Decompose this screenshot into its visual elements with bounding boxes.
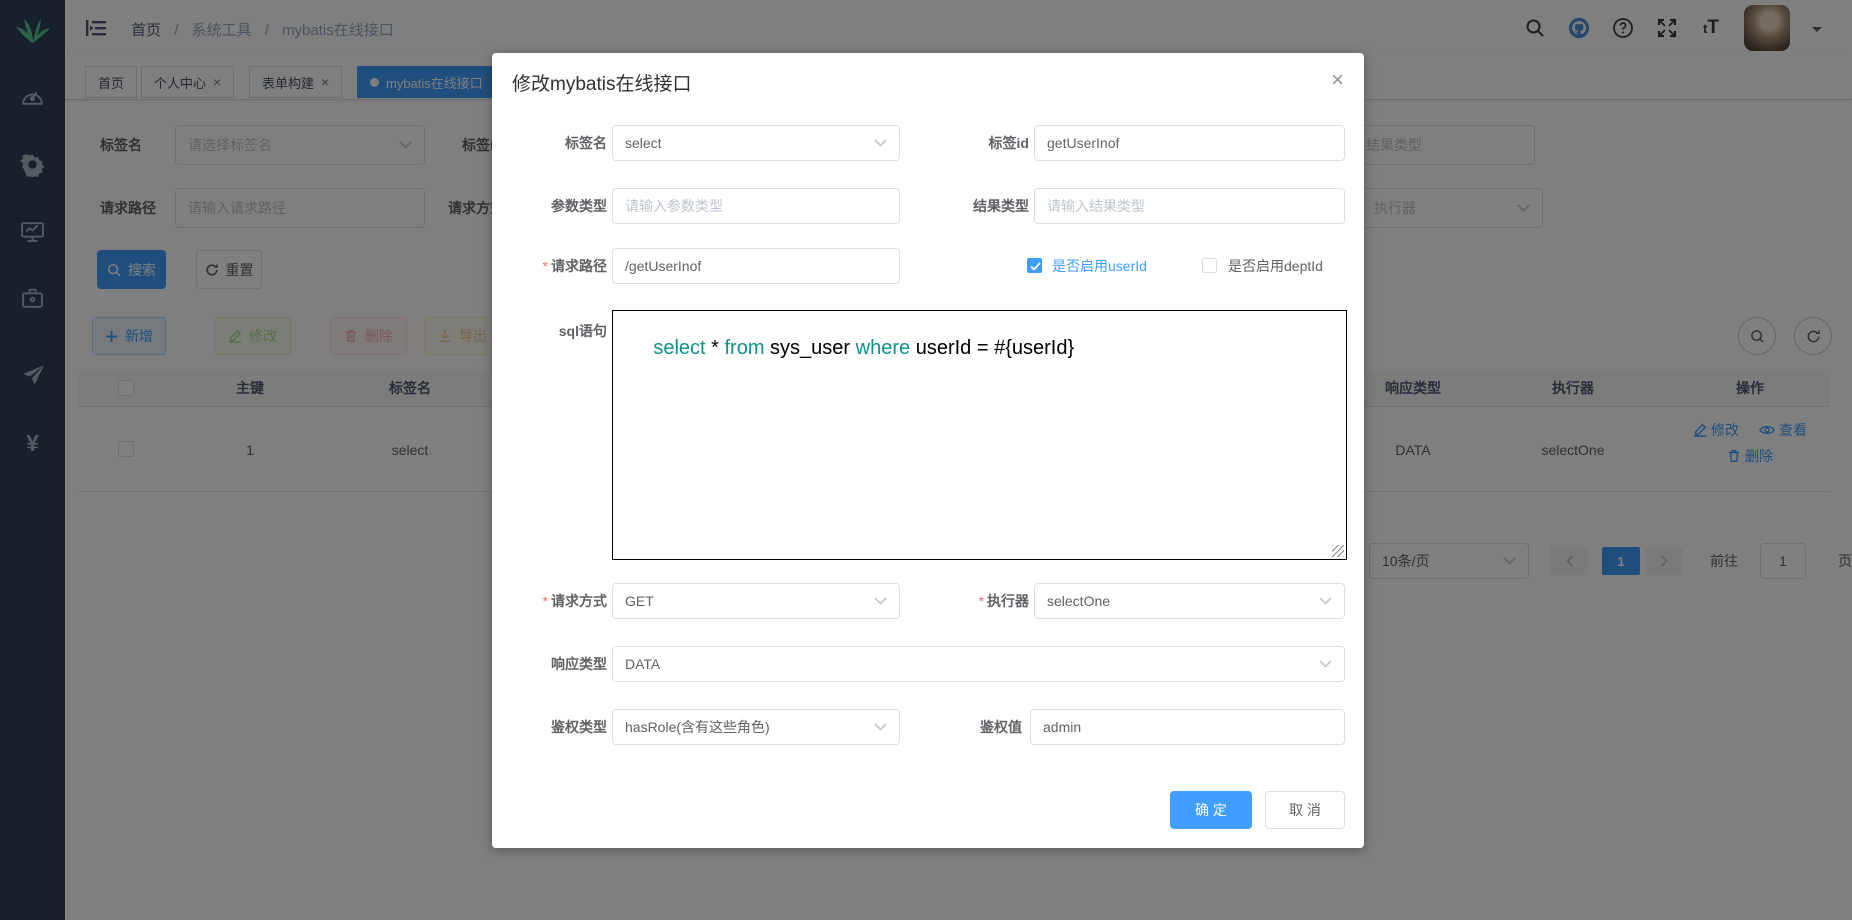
chevron-down-icon bbox=[874, 723, 887, 731]
chevron-down-icon bbox=[874, 139, 887, 147]
required-asterisk: * bbox=[543, 593, 548, 609]
dialog-close-icon[interactable]: × bbox=[1331, 69, 1344, 91]
tag-name-value[interactable] bbox=[625, 135, 874, 151]
auth-type-value[interactable] bbox=[625, 719, 874, 735]
resize-grip[interactable] bbox=[1332, 545, 1344, 557]
chevron-down-icon bbox=[1319, 597, 1332, 605]
cancel-button[interactable]: 取 消 bbox=[1265, 791, 1345, 829]
response-type-select[interactable] bbox=[612, 646, 1345, 682]
request-method-label: *请求方式 bbox=[502, 583, 607, 619]
param-type-label: 参数类型 bbox=[502, 188, 607, 224]
auth-value-value[interactable] bbox=[1043, 719, 1332, 735]
auth-type-label: 鉴权类型 bbox=[502, 709, 607, 745]
param-type-value[interactable] bbox=[625, 198, 887, 214]
request-method-select[interactable] bbox=[612, 583, 900, 619]
required-asterisk: * bbox=[543, 258, 548, 274]
response-type-label: 响应类型 bbox=[502, 646, 607, 682]
chevron-down-icon bbox=[874, 597, 887, 605]
executor-select[interactable] bbox=[1034, 583, 1345, 619]
executor-label: *执行器 bbox=[912, 583, 1029, 619]
result-type-input[interactable] bbox=[1034, 188, 1345, 224]
required-asterisk: * bbox=[979, 593, 984, 609]
request-path-input[interactable] bbox=[612, 248, 900, 284]
result-type-label: 结果类型 bbox=[892, 188, 1029, 224]
request-method-value[interactable] bbox=[625, 593, 874, 609]
tag-id-label: 标签id bbox=[892, 125, 1029, 161]
edit-mybatis-dialog: 修改mybatis在线接口 × 标签名 标签id 参数类型 结果类型 *请求路径 bbox=[492, 53, 1364, 848]
executor-value[interactable] bbox=[1047, 593, 1319, 609]
param-type-input[interactable] bbox=[612, 188, 900, 224]
chevron-down-icon bbox=[1319, 660, 1332, 668]
enable-userid-checkbox[interactable] bbox=[1027, 258, 1042, 273]
tag-name-label: 标签名 bbox=[502, 125, 607, 161]
confirm-button[interactable]: 确 定 bbox=[1170, 791, 1252, 829]
check-icon bbox=[1030, 262, 1041, 271]
tag-id-input[interactable] bbox=[1034, 125, 1345, 161]
sql-text: userId = #{userId} bbox=[910, 337, 1074, 359]
sql-text: * bbox=[706, 337, 725, 359]
sql-label: sql语句 bbox=[502, 313, 607, 349]
sql-keyword: select bbox=[653, 337, 705, 359]
tag-name-select[interactable] bbox=[612, 125, 900, 161]
enable-userid-label[interactable]: 是否启用userId bbox=[1052, 248, 1147, 284]
app-root: ¥ 首页 / 系统工具 / mybatis在线接口 bbox=[0, 0, 1852, 920]
response-type-value[interactable] bbox=[625, 656, 1319, 672]
sql-code-editor[interactable]: select * from sys_user where userId = #{… bbox=[612, 310, 1347, 560]
sql-text: sys_user bbox=[765, 337, 856, 359]
dialog-title: 修改mybatis在线接口 bbox=[512, 69, 691, 96]
result-type-value[interactable] bbox=[1047, 198, 1332, 214]
auth-value-label: 鉴权值 bbox=[912, 709, 1022, 745]
sql-keyword: where bbox=[856, 337, 910, 359]
tag-id-value[interactable] bbox=[1047, 135, 1332, 151]
request-path-label: *请求路径 bbox=[502, 248, 607, 284]
sql-keyword: from bbox=[725, 337, 765, 359]
auth-value-input[interactable] bbox=[1030, 709, 1345, 745]
request-path-value[interactable] bbox=[625, 258, 887, 274]
enable-deptid-label[interactable]: 是否启用deptId bbox=[1228, 248, 1323, 284]
enable-deptid-checkbox[interactable] bbox=[1202, 258, 1217, 273]
auth-type-select[interactable] bbox=[612, 709, 900, 745]
